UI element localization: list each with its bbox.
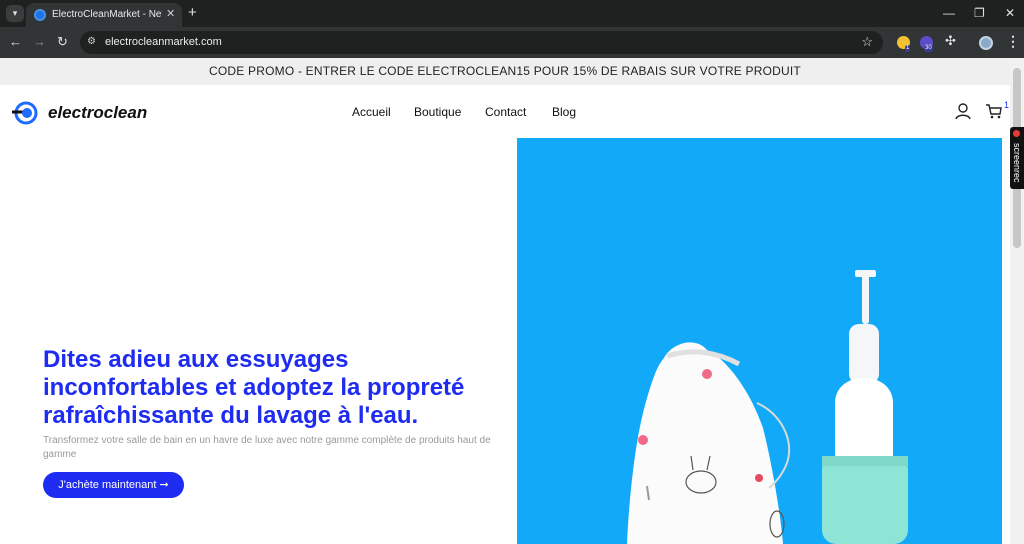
browser-toolbar: ← → ↻ ⚙ electrocleanmarket.com ☆ 1 30 ✣ … [0,27,1024,58]
forward-button[interactable]: → [33,35,46,49]
nav-boutique[interactable]: Boutique [414,105,461,119]
screenrec-label: screenrec [1012,143,1022,183]
browser-tab-strip: ▾ ElectroCleanMarket - Nettoyage ✕ + — ❐… [0,0,1024,27]
extensions-puzzle-icon[interactable]: ✣ [945,33,956,49]
hero-title: Dites adieu aux essuyages inconfortables… [43,346,465,429]
address-bar[interactable]: ⚙ electrocleanmarket.com ☆ [80,31,883,54]
nav-contact[interactable]: Contact [485,105,526,119]
browser-tab-active[interactable]: ElectroCleanMarket - Nettoyage ✕ [26,3,182,27]
buy-now-button[interactable]: J'achète maintenant ➞ [43,472,184,498]
close-window-button[interactable]: ✕ [1005,6,1015,20]
maximize-button[interactable]: ❐ [974,6,985,20]
record-dot-icon [1013,130,1020,137]
product-illustration [517,138,1002,544]
site-header: electroclean Accueil Boutique Contact Bl… [0,85,1010,138]
site-favicon-icon [34,9,46,21]
electroclean-logo-icon[interactable] [10,100,42,126]
tab-close-icon[interactable]: ✕ [166,7,175,21]
extension-badge: 30 [924,45,933,52]
new-tab-button[interactable]: + [188,4,197,21]
account-icon[interactable] [954,102,972,120]
back-button[interactable]: ← [9,35,22,49]
extension-badge: 1 [905,45,911,52]
reload-button[interactable]: ↻ [57,35,68,49]
hero-subtitle: Transformez votre salle de bain en un ha… [43,435,491,460]
nav-blog[interactable]: Blog [552,105,576,119]
promo-banner: CODE PROMO - ENTRER LE CODE ELECTROCLEAN… [0,58,1010,85]
minimize-button[interactable]: — [943,6,955,20]
cart-icon[interactable] [985,102,1003,120]
nav-accueil[interactable]: Accueil [352,105,391,119]
bookmark-star-icon[interactable]: ☆ [861,34,873,50]
url-text: electrocleanmarket.com [105,36,222,48]
hero-product-image [517,138,1002,544]
cart-count-badge: 1 [1004,100,1010,110]
screenrec-widget[interactable]: screenrec [1010,127,1024,189]
profile-avatar[interactable] [979,36,993,50]
site-info-icon[interactable]: ⚙ [87,36,96,48]
tab-title: ElectroCleanMarket - Nettoyage [52,9,162,20]
tab-search-button[interactable]: ▾ [6,5,24,22]
logo-text[interactable]: electroclean [48,103,147,123]
browser-menu-icon[interactable]: ⋮ [1006,33,1020,50]
